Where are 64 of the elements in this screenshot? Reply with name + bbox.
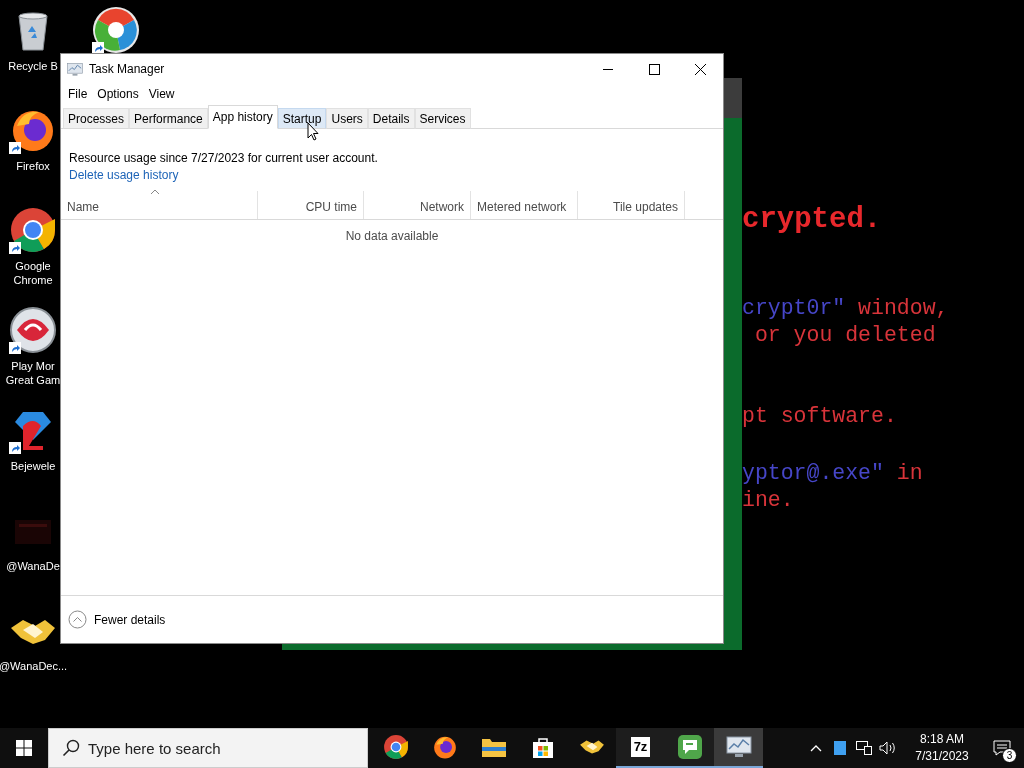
network-icon[interactable] xyxy=(856,741,872,755)
empty-message: No data available xyxy=(345,229,439,243)
ransom-text-line: pt software. xyxy=(742,403,898,430)
icon-label: Play Mor xyxy=(11,359,55,373)
ransom-text-line: or you deleted xyxy=(753,322,937,349)
ransom-text-line: yptor@.exe" in xyxy=(742,460,924,487)
color-wheel-icon[interactable] xyxy=(92,6,140,54)
ransom-text-line: crypted. xyxy=(742,206,883,233)
shortcut-arrow-icon xyxy=(9,342,21,354)
taskbar-app-button[interactable] xyxy=(714,728,763,768)
tab[interactable]: Users xyxy=(326,108,368,129)
icon-label: Chrome xyxy=(13,273,53,287)
taskbar-app-button[interactable] xyxy=(665,728,714,768)
column-header[interactable]: Metered network xyxy=(471,191,578,219)
notifications-button[interactable]: 3 xyxy=(980,728,1024,768)
tab[interactable]: Startup xyxy=(277,108,327,129)
menu-item[interactable]: View xyxy=(143,87,180,101)
tab[interactable]: Processes xyxy=(63,108,130,129)
chrome-icon xyxy=(382,734,409,760)
tab[interactable]: Services xyxy=(414,108,471,129)
chrome-icon[interactable] xyxy=(9,206,57,254)
icon-label: Firefox xyxy=(16,159,50,173)
icon-label: Great Gam xyxy=(5,373,61,387)
windows-logo-icon xyxy=(16,740,32,756)
usage-summary: Resource usage since 7/27/2023 for current user account. xyxy=(69,151,379,165)
column-header[interactable]: Name xyxy=(61,191,258,219)
search-field[interactable]: Type here to search xyxy=(48,728,368,768)
search-icon xyxy=(62,739,80,757)
column-header[interactable]: Tile updates xyxy=(578,191,685,219)
window-title: Task Manager xyxy=(89,62,166,76)
column-header[interactable]: CPU time xyxy=(258,191,364,219)
icon-label: Google xyxy=(15,259,51,273)
volume-icon[interactable] xyxy=(879,741,897,755)
chat-bubble-icon xyxy=(676,734,703,760)
column-header[interactable]: Network xyxy=(364,191,471,219)
tab[interactable]: Performance xyxy=(129,108,208,129)
task-manager-icon xyxy=(725,735,752,759)
menu-item[interactable]: Options xyxy=(92,87,144,101)
shortcut-arrow-icon xyxy=(9,142,21,154)
shortcut-arrow-icon xyxy=(9,442,21,454)
close-icon xyxy=(694,63,706,75)
icon-label: @WanaDec... xyxy=(0,659,68,673)
store-bag-icon xyxy=(530,735,555,759)
ransom-text-line: crypt0r" window, xyxy=(742,295,949,322)
7z-app-icon: 7z xyxy=(630,737,651,757)
notification-count: 3 xyxy=(1002,748,1017,763)
firefox-icon xyxy=(431,734,458,760)
tab[interactable]: Details xyxy=(367,108,415,129)
icon-label: @WanaDe xyxy=(6,559,60,573)
menu-item[interactable]: File xyxy=(63,87,93,101)
taskbar-app-button[interactable]: 7z xyxy=(616,728,665,768)
clock[interactable]: 8:18 AM 7/31/2023 xyxy=(904,731,980,765)
tab[interactable]: App history xyxy=(207,105,278,129)
maximize-icon xyxy=(648,63,660,75)
icon-label: Recycle B xyxy=(8,59,58,73)
chevron-up-icon xyxy=(68,610,87,629)
delete-history-link[interactable]: Delete usage history xyxy=(69,168,179,182)
ransom-text-line: ine. xyxy=(742,487,795,514)
chevron-up-icon[interactable] xyxy=(810,744,822,752)
task-manager-icon xyxy=(67,61,83,77)
shortcut-arrow-icon xyxy=(9,242,21,254)
popcap-icon[interactable] xyxy=(9,306,57,354)
fewer-details-button[interactable]: Fewer details xyxy=(68,610,166,629)
icon-label: Bejewele xyxy=(10,459,56,473)
